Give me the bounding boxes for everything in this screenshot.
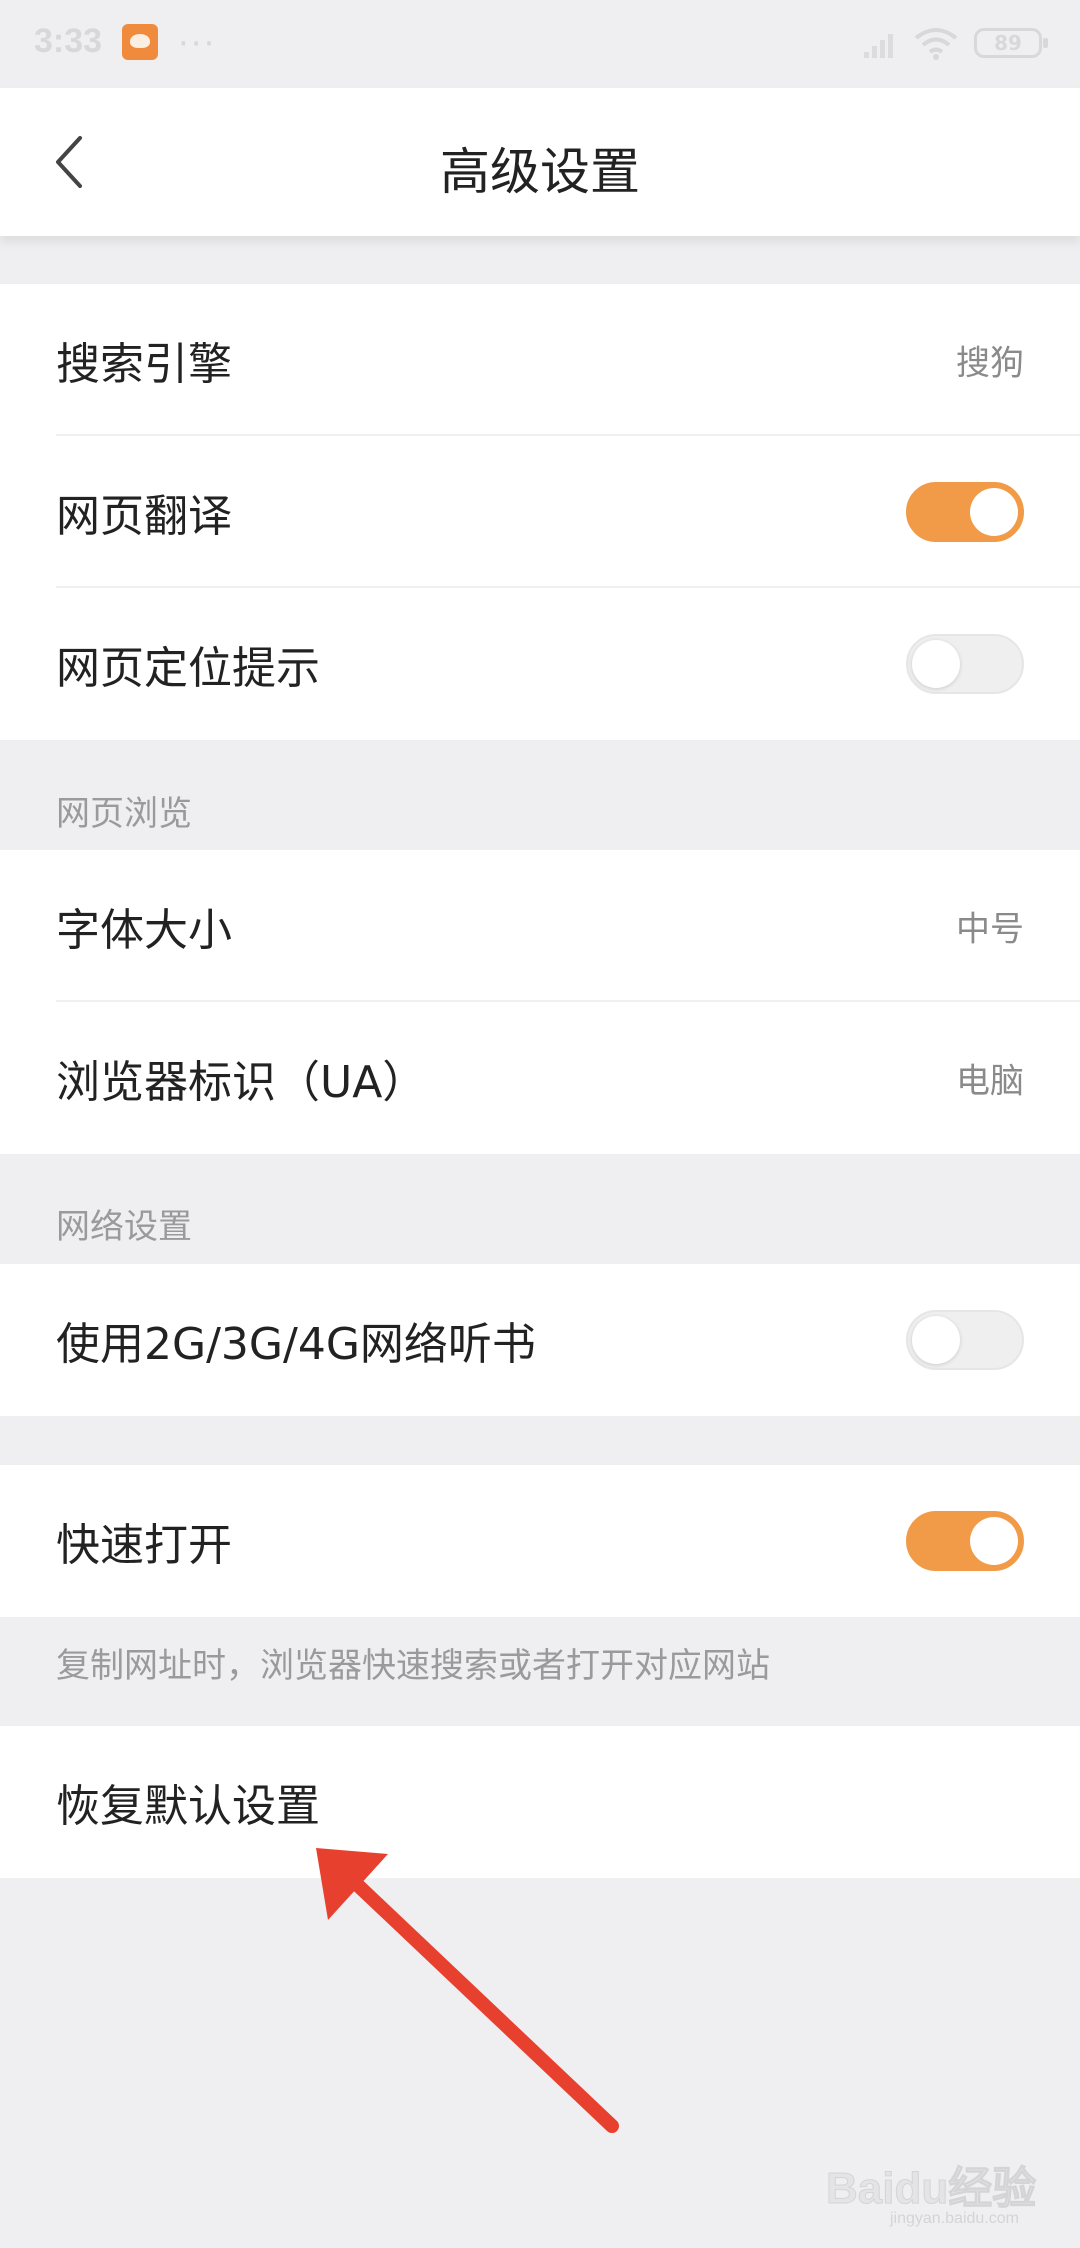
app-notification-icon	[122, 24, 158, 60]
mobile-audiobook-toggle[interactable]	[906, 1310, 1024, 1370]
toggle-knob	[912, 1316, 960, 1364]
user-agent-value: 电脑	[956, 1061, 1024, 1102]
search-engine-label: 搜索引擎	[56, 339, 232, 390]
baidu-watermark: Baidu经验 jingyan.baidu.com	[825, 2128, 1046, 2228]
font-size-value: 中号	[956, 909, 1024, 950]
location-prompt-toggle[interactable]	[906, 634, 1024, 694]
quick-open-group: 快速打开	[0, 1465, 1080, 1617]
browsing-group: 字体大小 中号 浏览器标识（UA） 电脑	[0, 850, 1080, 1154]
general-settings-group: 搜索引擎 搜狗 网页翻译 网页定位提示	[0, 284, 1080, 740]
wifi-icon	[914, 28, 958, 60]
location-prompt-row: 网页定位提示	[0, 588, 1080, 740]
toggle-knob	[970, 1517, 1018, 1565]
user-agent-row[interactable]: 浏览器标识（UA） 电脑	[0, 1002, 1080, 1154]
network-group: 使用2G/3G/4G网络听书	[0, 1264, 1080, 1416]
search-engine-row[interactable]: 搜索引擎 搜狗	[0, 284, 1080, 436]
font-size-row[interactable]: 字体大小 中号	[0, 850, 1080, 1002]
location-prompt-label: 网页定位提示	[56, 643, 320, 694]
search-engine-value: 搜狗	[956, 343, 1024, 384]
translate-label: 网页翻译	[56, 491, 232, 542]
mobile-audiobook-row: 使用2G/3G/4G网络听书	[0, 1264, 1080, 1416]
quick-open-row: 快速打开	[0, 1465, 1080, 1617]
watermark-text: Baidu经验	[825, 2164, 1037, 2214]
status-bar: 3:33 ··· 89	[0, 0, 1080, 88]
annotation-arrow-icon	[316, 1848, 619, 2133]
quick-open-hint: 复制网址时，浏览器快速搜索或者打开对应网站	[56, 1646, 770, 1686]
mobile-audiobook-label: 使用2G/3G/4G网络听书	[56, 1319, 536, 1370]
quick-open-toggle[interactable]	[906, 1511, 1024, 1571]
translate-toggle[interactable]	[906, 482, 1024, 542]
watermark-url: jingyan.baidu.com	[890, 2210, 1019, 2227]
font-size-label: 字体大小	[56, 905, 232, 956]
page-title: 高级设置	[440, 143, 640, 201]
more-notifications-icon: ···	[178, 24, 217, 64]
battery-icon: 89	[974, 28, 1048, 58]
user-agent-label: 浏览器标识（UA）	[56, 1057, 427, 1108]
signal-icon	[864, 34, 893, 58]
toggle-knob	[970, 488, 1018, 536]
reset-defaults-label: 恢复默认设置	[56, 1781, 320, 1832]
toggle-knob	[912, 640, 960, 688]
header-bar: 高级设置	[0, 88, 1080, 236]
status-time: 3:33	[34, 22, 103, 60]
translate-row: 网页翻译	[0, 436, 1080, 588]
quick-open-label: 快速打开	[56, 1520, 232, 1571]
browsing-section-title: 网页浏览	[56, 794, 192, 834]
network-section-title: 网络设置	[56, 1207, 192, 1247]
